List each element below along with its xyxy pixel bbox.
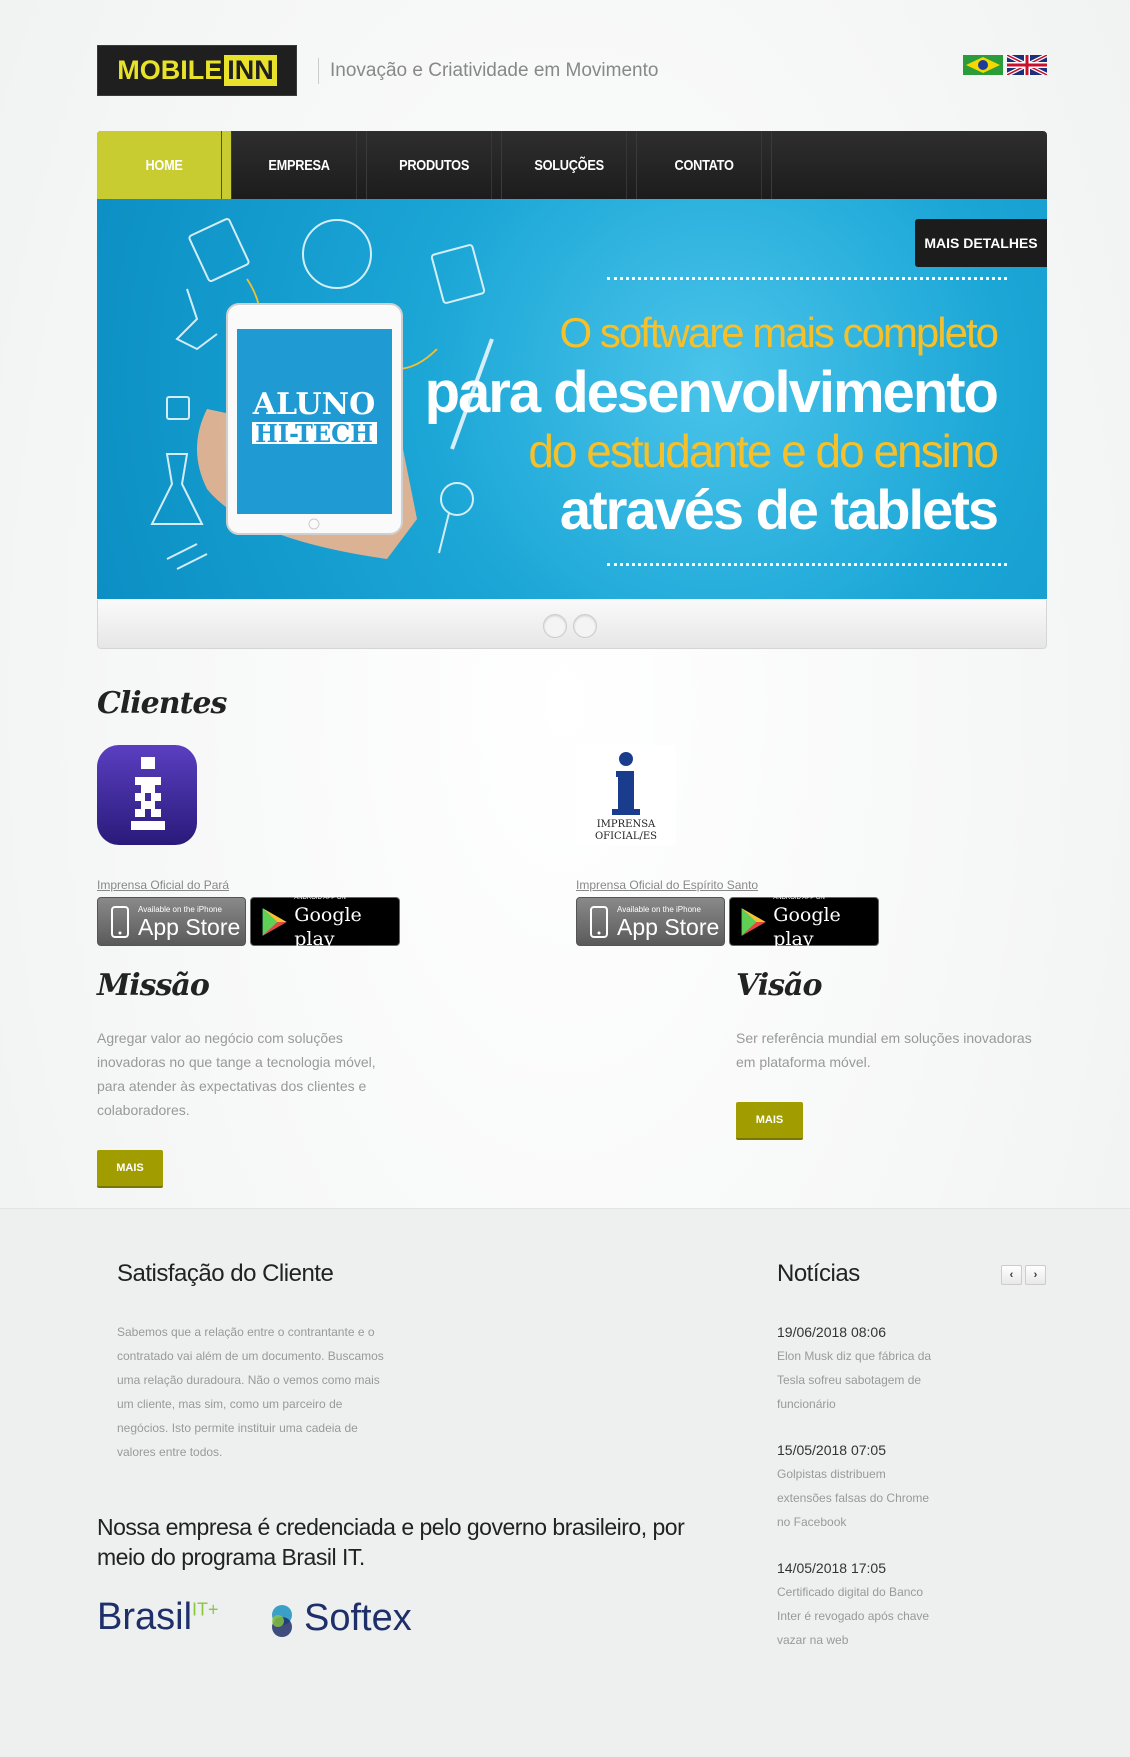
- banner-dotted-line-bottom: [607, 563, 1007, 566]
- brasil-logo-sup: IT+: [192, 1599, 219, 1620]
- nav-solucoes-slot: SOLUÇÕES: [502, 131, 637, 199]
- satisfacao-text: Sabemos que a relação entre o contrantan…: [117, 1325, 384, 1459]
- microscope-sketch-icon: [175, 288, 218, 351]
- nav-contato-slot: CONTATO: [637, 131, 772, 199]
- news-date: 19/06/2018 08:06: [777, 1324, 886, 1340]
- magnifier-sketch-icon: [440, 482, 474, 516]
- brasil-logo-text: Brasil: [97, 1596, 193, 1638]
- googleplay-big-text: Google play: [294, 903, 362, 950]
- logo-text-inn: INN: [224, 55, 277, 86]
- flask-sketch-icon: [150, 453, 204, 525]
- appstore-badge-para[interactable]: Available on the iPhone App Store: [97, 897, 246, 946]
- nav-empresa[interactable]: EMPRESA: [242, 131, 357, 199]
- nav-home-slot: HOME: [97, 131, 232, 199]
- language-selector: [963, 55, 1047, 75]
- brasil-it-logo[interactable]: BrasilIT+: [97, 1596, 219, 1639]
- clientes-heading: Clientes: [97, 686, 227, 721]
- google-play-icon: [262, 907, 287, 936]
- news-item[interactable]: 15/05/2018 07:05 Golpistas distribuem ex…: [777, 1438, 937, 1534]
- nav-home[interactable]: HOME: [107, 131, 222, 199]
- news-date: 14/05/2018 17:05: [777, 1560, 886, 1576]
- app-title-aluno: ALUNO: [252, 387, 375, 422]
- nav-contato[interactable]: CONTATO: [647, 131, 762, 199]
- notebook-sketch-icon: [430, 244, 486, 304]
- appstore-badge-es[interactable]: Available on the iPhone App Store: [576, 897, 725, 946]
- nav-solucoes[interactable]: SOLUÇÕES: [512, 131, 627, 199]
- googleplay-small-text: ANDROID APP ON: [294, 894, 346, 901]
- missao-mais-button[interactable]: MAIS: [97, 1150, 163, 1188]
- banner-dotted-line-top: [607, 277, 1007, 280]
- flag-uk-icon[interactable]: [1007, 55, 1047, 75]
- news-arrows: ‹ ›: [1001, 1265, 1046, 1285]
- softex-mark-icon: [272, 1605, 292, 1637]
- chalk-sketch-icon: [166, 543, 208, 570]
- news-text[interactable]: Elon Musk diz que fábrica da Tesla sofre…: [777, 1344, 937, 1416]
- googleplay-badge-para[interactable]: ANDROID APP ON Google play: [250, 895, 400, 950]
- news-text[interactable]: Golpistas distribuem extensões falsas do…: [777, 1462, 937, 1534]
- visao-text: Ser referência mundial em soluções inova…: [736, 1030, 1032, 1070]
- facebook-sketch-icon: [166, 396, 190, 420]
- svg-text:OFICIAL/ES: OFICIAL/ES: [595, 831, 657, 842]
- softex-logo[interactable]: Softex: [304, 1597, 412, 1640]
- slider-pagination: [97, 600, 1047, 649]
- banner-line-1: O software mais completo: [559, 309, 999, 356]
- banner-line-3: do estudante e do ensino: [528, 425, 999, 477]
- hero-banner[interactable]: ALUNO HI-TECH MAIS DETALHES O software m…: [97, 199, 1047, 599]
- visao-mais-button[interactable]: MAIS: [736, 1102, 803, 1140]
- appstore-big-text: App Store: [617, 913, 720, 940]
- news-next-icon[interactable]: ›: [1025, 1265, 1046, 1285]
- nav-produtos-slot: PRODUTOS: [367, 131, 502, 199]
- imprensa-oficial-es-logo[interactable]: IMPRENSA OFICIAL/ES: [576, 745, 676, 845]
- iphone-icon: [590, 905, 608, 938]
- googleplay-big-text: Google play: [773, 903, 841, 950]
- google-play-icon: [741, 907, 766, 936]
- news-item[interactable]: 19/06/2018 08:06 Elon Musk diz que fábri…: [777, 1320, 937, 1416]
- banner-line-4: através de tablets: [559, 478, 999, 541]
- news-date: 15/05/2018 07:05: [777, 1442, 886, 1458]
- mobileinn-logo[interactable]: MOBILE INN: [97, 45, 297, 96]
- googleplay-badge-es[interactable]: ANDROID APP ON Google play: [729, 895, 879, 950]
- client-link-es[interactable]: Imprensa Oficial do Espírito Santo: [576, 878, 758, 892]
- footer-section: [0, 1208, 1130, 1757]
- news-prev-icon[interactable]: ‹: [1001, 1265, 1022, 1285]
- main-navigation: HOME EMPRESA PRODUTOS SOLUÇÕES CONTATO: [97, 131, 1047, 199]
- news-item[interactable]: 14/05/2018 17:05 Certificado digital do …: [777, 1556, 937, 1652]
- googleplay-small-text: ANDROID APP ON: [773, 894, 825, 901]
- visao-heading: Visão: [736, 968, 822, 1003]
- logo-text-mobile: MOBILE: [117, 55, 223, 85]
- noticias-heading: Notícias: [777, 1260, 860, 1287]
- appstore-small-text: Available on the iPhone: [617, 904, 701, 914]
- credenciada-text: Nossa empresa é credenciada e pelo gover…: [97, 1514, 685, 1570]
- info-i-icon[interactable]: [97, 745, 197, 845]
- missao-text: Agregar valor ao negócio com soluções in…: [97, 1030, 376, 1118]
- slider-dot-2[interactable]: [573, 614, 597, 638]
- appstore-small-text: Available on the iPhone: [138, 904, 222, 914]
- book-sketch-icon: [188, 218, 250, 282]
- banner-line-2: para desenvolvimento: [424, 360, 999, 425]
- nav-produtos[interactable]: PRODUTOS: [377, 131, 492, 199]
- globe-sketch-icon: [302, 219, 372, 289]
- satisfacao-heading: Satisfação do Cliente: [117, 1260, 334, 1287]
- nav-empresa-slot: EMPRESA: [232, 131, 367, 199]
- slider-dot-1[interactable]: [543, 614, 567, 638]
- svg-text:IMPRENSA: IMPRENSA: [597, 819, 656, 830]
- missao-heading: Missão: [97, 968, 210, 1003]
- appstore-big-text: App Store: [138, 913, 241, 940]
- mais-detalhes-button[interactable]: MAIS DETALHES: [915, 219, 1047, 267]
- site-tagline: Inovação e Criatividade em Movimento: [318, 58, 658, 84]
- client-link-para[interactable]: Imprensa Oficial do Pará: [97, 878, 229, 892]
- app-title-hitech: HI-TECH: [255, 419, 373, 448]
- flag-brazil-icon[interactable]: [963, 55, 1003, 75]
- iphone-icon: [111, 905, 129, 938]
- news-text[interactable]: Certificado digital do Banco Inter é rev…: [777, 1580, 937, 1652]
